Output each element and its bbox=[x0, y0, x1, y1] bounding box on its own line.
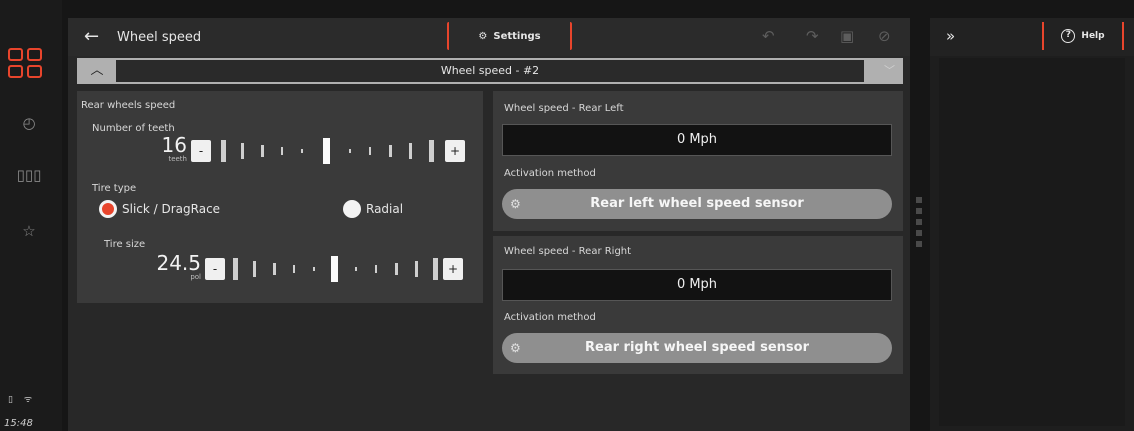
tire-size-label: Tire size bbox=[104, 239, 146, 250]
resize-handle-dot[interactable] bbox=[916, 241, 922, 247]
rear-wheels-heading: Rear wheels speed bbox=[81, 100, 176, 111]
scale-tick bbox=[253, 261, 256, 277]
save-icon[interactable]: ▣ bbox=[840, 27, 854, 45]
scale-tick bbox=[433, 258, 438, 280]
help-button[interactable]: ? Help bbox=[1042, 22, 1124, 50]
scale-tick bbox=[369, 147, 371, 155]
gear-icon: ⚙ bbox=[510, 341, 521, 355]
scale-tick bbox=[301, 149, 303, 153]
left-rail: ◴ ▯▯▯ ☆ ▯ ᯤ 15:48 bbox=[0, 0, 62, 431]
battery-wifi-icons: ▯ ᯤ bbox=[8, 395, 37, 405]
scale-tick bbox=[261, 145, 264, 157]
tire-size-value: 24.5 bbox=[156, 251, 201, 275]
scale-tick bbox=[409, 143, 412, 159]
columns-icon[interactable]: ▯▯▯ bbox=[14, 160, 44, 190]
undo-icon[interactable]: ↶ bbox=[762, 27, 775, 45]
rear-right-speed-display: 0 Mph bbox=[502, 269, 892, 301]
teeth-value: 16 bbox=[161, 133, 187, 157]
rear-right-heading: Wheel speed - Rear Right bbox=[504, 246, 632, 257]
top-bar: ← Wheel speed ⚙ Settings ↶ ↷ ▣ ⊘ bbox=[68, 18, 910, 56]
help-icon: ? bbox=[1061, 29, 1076, 43]
tire-size-increment-button[interactable]: + bbox=[443, 258, 463, 280]
clock: 15:48 bbox=[4, 418, 33, 429]
scale-tick bbox=[221, 140, 226, 162]
right-top-bar: » ? Help bbox=[930, 18, 1134, 56]
teeth-unit: teeth bbox=[168, 155, 187, 163]
resize-handle-dot[interactable] bbox=[916, 208, 922, 214]
help-content-area bbox=[939, 58, 1125, 426]
right-panel: » ? Help bbox=[930, 18, 1134, 431]
scale-tick bbox=[273, 263, 276, 275]
scale-tick bbox=[415, 261, 418, 277]
gear-icon: ⚙ bbox=[510, 197, 521, 211]
scale-tick bbox=[313, 267, 315, 271]
radio-slick-dragrace[interactable]: Slick / DragRace bbox=[99, 200, 220, 218]
app-logo-icon[interactable] bbox=[8, 48, 44, 80]
activation-method-label: Activation method bbox=[504, 168, 596, 179]
tire-size-unit: pol bbox=[190, 273, 201, 281]
scale-tick bbox=[355, 267, 357, 271]
scale-tick bbox=[241, 143, 244, 159]
slider-thumb[interactable] bbox=[331, 256, 338, 282]
resize-handle-dot[interactable] bbox=[916, 219, 922, 225]
resize-handle-dot[interactable] bbox=[916, 197, 922, 203]
collapse-chevron-up-icon[interactable]: ︿ bbox=[85, 61, 109, 81]
back-arrow-icon[interactable]: ← bbox=[84, 26, 99, 47]
sensor-button-label: Rear right wheel speed sensor bbox=[585, 340, 809, 355]
expand-double-chevron-icon[interactable]: » bbox=[946, 27, 955, 45]
tire-type-label: Tire type bbox=[92, 183, 137, 194]
page-title: Wheel speed bbox=[117, 30, 202, 45]
teeth-stepper[interactable]: 16 teeth - + bbox=[162, 133, 471, 164]
radio-label: Radial bbox=[366, 202, 404, 216]
resize-handle-dot[interactable] bbox=[916, 230, 922, 236]
settings-button[interactable]: ⚙ Settings bbox=[447, 22, 572, 50]
scale-tick bbox=[375, 265, 377, 273]
rear-right-card: Wheel speed - Rear Right 0 Mph Activatio… bbox=[493, 236, 903, 374]
tire-size-decrement-button[interactable]: - bbox=[205, 258, 225, 280]
tire-size-stepper[interactable]: 24.5 pol - + bbox=[156, 251, 475, 282]
radio-selected-icon bbox=[99, 200, 117, 218]
activation-method-label: Activation method bbox=[504, 312, 596, 323]
scale-tick bbox=[389, 145, 392, 157]
scale-tick bbox=[395, 263, 398, 275]
rear-left-heading: Wheel speed - Rear Left bbox=[504, 103, 624, 114]
scale-tick bbox=[233, 258, 238, 280]
redo-icon[interactable]: ↷ bbox=[806, 27, 819, 45]
section-header: ︿ Wheel speed - #2 ﹀ bbox=[77, 58, 903, 84]
teeth-decrement-button[interactable]: - bbox=[191, 140, 211, 162]
rear-left-sensor-button[interactable]: ⚙ Rear left wheel speed sensor bbox=[502, 189, 892, 219]
sensor-button-label: Rear left wheel speed sensor bbox=[590, 196, 804, 211]
favorites-star-icon[interactable]: ☆ bbox=[14, 216, 44, 246]
app-window: ◴ ▯▯▯ ☆ ▯ ᯤ 15:48 ← Wheel speed ⚙ Settin… bbox=[0, 0, 1134, 431]
scale-tick bbox=[281, 147, 283, 155]
scale-tick bbox=[293, 265, 295, 273]
gear-icon: ⚙ bbox=[478, 30, 488, 42]
rear-left-speed-display: 0 Mph bbox=[502, 124, 892, 156]
scale-tick bbox=[429, 140, 434, 162]
teeth-increment-button[interactable]: + bbox=[445, 140, 465, 162]
dashboard-gauge-icon[interactable]: ◴ bbox=[14, 108, 44, 138]
section-title: Wheel speed - #2 bbox=[116, 60, 864, 82]
cancel-icon[interactable]: ⊘ bbox=[878, 27, 891, 45]
radio-unselected-icon bbox=[343, 200, 361, 218]
scale-tick bbox=[349, 149, 351, 153]
radio-radial[interactable]: Radial bbox=[343, 200, 403, 218]
slider-thumb[interactable] bbox=[323, 138, 330, 164]
chevron-down-icon[interactable]: ﹀ bbox=[884, 62, 895, 78]
rear-wheels-card: Rear wheels speed Number of teeth 16 tee… bbox=[77, 91, 483, 303]
settings-label: Settings bbox=[493, 30, 541, 42]
radio-label: Slick / DragRace bbox=[122, 202, 221, 216]
rear-left-card: Wheel speed - Rear Left 0 Mph Activation… bbox=[493, 91, 903, 231]
main-panel: ← Wheel speed ⚙ Settings ↶ ↷ ▣ ⊘ ︿ Wheel… bbox=[68, 18, 910, 431]
help-label: Help bbox=[1081, 31, 1105, 41]
rear-right-sensor-button[interactable]: ⚙ Rear right wheel speed sensor bbox=[502, 333, 892, 363]
